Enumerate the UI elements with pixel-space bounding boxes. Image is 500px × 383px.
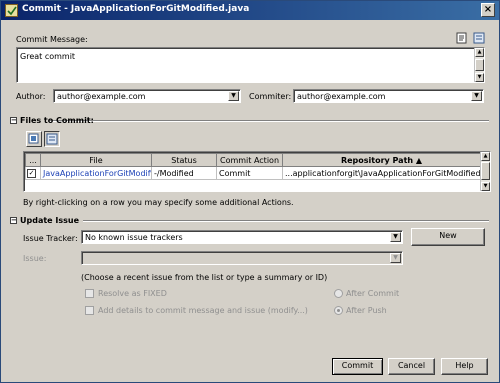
chevron-down-icon[interactable]: ▼ <box>228 91 239 101</box>
files-separator <box>49 120 489 122</box>
radio-dot <box>337 309 340 312</box>
after-push-label: After Push <box>346 306 387 315</box>
status-cell[interactable]: -/Modified <box>151 166 217 180</box>
options-button[interactable] <box>44 131 60 147</box>
column-header[interactable]: File <box>40 153 152 167</box>
files-section-title: Files to Commit: <box>20 116 94 125</box>
file-cell[interactable]: JavaApplicationForGitModified.java <box>40 166 152 180</box>
column-header[interactable]: ... <box>25 153 41 167</box>
issue-section-title: Update Issue <box>20 216 80 225</box>
after-commit-label: After Commit <box>346 289 400 298</box>
add-details-label: Add details to commit message and issue … <box>98 306 308 315</box>
include-checkbox[interactable]: ✓ <box>27 168 36 178</box>
files-section-header[interactable]: − Files to Commit: <box>10 116 94 125</box>
issue-section-header[interactable]: − Update Issue <box>10 216 79 225</box>
author-label: Author: <box>16 92 46 101</box>
after-push-radio[interactable] <box>334 306 343 315</box>
commit-button[interactable]: Commit <box>332 358 383 375</box>
scroll-thumb[interactable] <box>475 59 484 71</box>
table-row[interactable]: ✓ JavaApplicationForGitModified.java -/M… <box>25 166 481 180</box>
chevron-down-icon[interactable]: ▼ <box>471 91 482 101</box>
add-details-checkbox[interactable] <box>85 306 94 315</box>
help-button[interactable]: Help <box>441 358 488 375</box>
files-table-container: ... File Status Commit Action Repository… <box>23 151 491 192</box>
window-title: Commit - JavaApplicationForGitModified.j… <box>22 4 250 14</box>
title-bar[interactable]: Commit - JavaApplicationForGitModified.j… <box>1 1 499 20</box>
select-all-button[interactable] <box>26 131 42 147</box>
files-table: ... File Status Commit Action Repository… <box>25 153 481 180</box>
column-header[interactable]: Repository Path ▲ <box>282 153 481 167</box>
issue-tracker-value: No known issue trackers <box>85 233 183 242</box>
scroll-down-icon[interactable]: ▼ <box>481 182 490 191</box>
commit-message-label: Commit Message: <box>16 35 88 44</box>
issue-hint: (Choose a recent issue from the list or … <box>81 273 328 282</box>
after-commit-radio[interactable] <box>334 289 343 298</box>
column-header[interactable]: Status <box>151 153 217 167</box>
chevron-down-icon[interactable]: ▼ <box>390 253 401 263</box>
issue-separator <box>83 220 489 222</box>
author-value: author@example.com <box>57 92 146 101</box>
new-button[interactable]: New <box>411 228 485 246</box>
scroll-thumb[interactable] <box>481 162 490 180</box>
cancel-button[interactable]: Cancel <box>388 358 435 375</box>
committer-value: author@example.com <box>297 92 386 101</box>
resolve-label: Resolve as FIXED <box>98 289 167 298</box>
action-cell[interactable]: Commit <box>216 166 283 180</box>
issue-tracker-combo[interactable]: No known issue trackers ▼ <box>81 230 403 244</box>
history-icon[interactable] <box>473 32 485 44</box>
scroll-down-icon[interactable]: ▼ <box>475 73 484 82</box>
scroll-up-icon[interactable]: ▲ <box>475 48 484 57</box>
committer-combo[interactable]: author@example.com ▼ <box>293 89 484 103</box>
template-icon[interactable] <box>456 32 468 44</box>
commit-dialog: Commit - JavaApplicationForGitModified.j… <box>0 0 500 383</box>
column-header[interactable]: Commit Action <box>216 153 283 167</box>
issue-label: Issue: <box>23 254 47 263</box>
select-all-icon <box>28 133 39 144</box>
resolve-checkbox[interactable] <box>85 289 94 298</box>
commit-message-text: Great commit <box>20 52 76 61</box>
collapse-icon[interactable]: − <box>10 117 17 124</box>
options-icon <box>46 133 58 145</box>
table-scrollbar[interactable]: ▲ ▼ <box>480 152 490 191</box>
commit-message-field[interactable]: Great commit ▲ ▼ <box>16 47 485 83</box>
message-scrollbar[interactable]: ▲ ▼ <box>474 48 484 82</box>
table-header-row: ... File Status Commit Action Repository… <box>25 153 481 167</box>
committer-label: Commiter: <box>249 92 292 101</box>
include-cell[interactable]: ✓ <box>25 166 41 180</box>
commit-icon <box>5 4 18 17</box>
files-hint: By right-clicking on a row you may speci… <box>23 198 294 207</box>
path-cell[interactable]: ...applicationforgit\JavaApplicationForG… <box>282 166 481 180</box>
author-combo[interactable]: author@example.com ▼ <box>53 89 241 103</box>
issue-combo[interactable]: ▼ <box>81 251 403 265</box>
close-button[interactable]: × <box>481 3 495 17</box>
chevron-down-icon[interactable]: ▼ <box>390 232 401 242</box>
scroll-up-icon[interactable]: ▲ <box>481 152 490 161</box>
collapse-icon[interactable]: − <box>10 217 17 224</box>
issue-tracker-label: Issue Tracker: <box>23 234 78 243</box>
